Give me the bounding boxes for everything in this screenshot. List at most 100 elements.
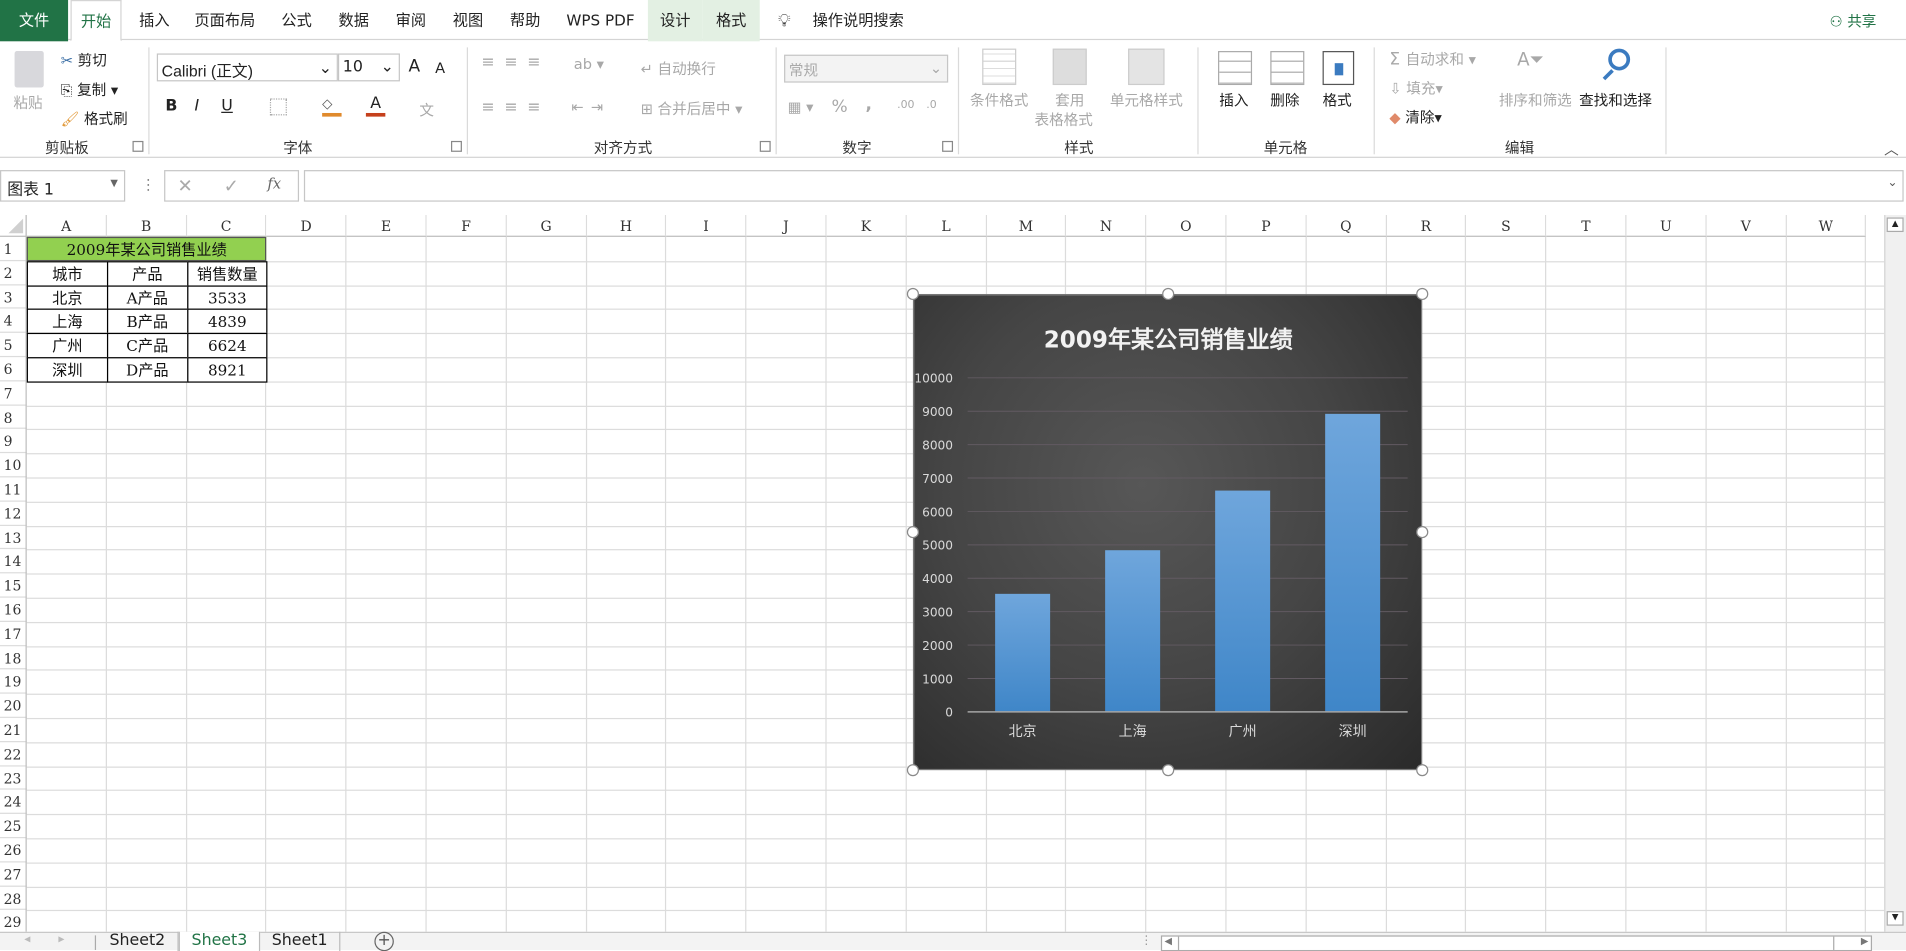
fill-button[interactable]: ⇩ 填充▾: [1389, 78, 1442, 99]
row-header-4[interactable]: 4: [0, 309, 27, 334]
table-header-cell[interactable]: 城市: [26, 260, 108, 287]
resize-handle[interactable]: [1416, 287, 1429, 301]
cell-style-button[interactable]: 单元格样式: [1110, 90, 1183, 111]
tab-review[interactable]: 审阅: [387, 0, 436, 41]
tab-home[interactable]: 开始: [70, 0, 122, 42]
column-header-r[interactable]: R: [1386, 215, 1467, 237]
conditional-format-button[interactable]: 条件格式: [970, 90, 1028, 111]
row-header-11[interactable]: 11: [0, 477, 27, 502]
row-header-29[interactable]: 29: [0, 910, 27, 931]
resize-handle[interactable]: [906, 287, 919, 301]
insert-function-button[interactable]: fx: [267, 175, 281, 192]
table-cell[interactable]: 广州: [26, 333, 108, 359]
find-select-button[interactable]: 查找和选择: [1579, 90, 1652, 111]
column-header-q[interactable]: Q: [1306, 215, 1387, 237]
tab-design[interactable]: 设计: [647, 0, 703, 42]
table-cell[interactable]: 6624: [186, 333, 268, 359]
column-header-l[interactable]: L: [906, 215, 987, 237]
table-cell[interactable]: C产品: [106, 333, 188, 359]
table-format-button[interactable]: 表格格式: [1034, 109, 1092, 130]
row-header-27[interactable]: 27: [0, 862, 27, 887]
column-header-p[interactable]: P: [1226, 215, 1307, 237]
resize-handle[interactable]: [906, 764, 919, 777]
scroll-left-button[interactable]: ◀: [1165, 935, 1172, 946]
font-color-icon[interactable]: A: [365, 95, 386, 117]
table-cell[interactable]: 3533: [186, 284, 268, 311]
select-all-corner[interactable]: [0, 215, 27, 237]
bold-button[interactable]: B: [165, 97, 177, 115]
font-size-select[interactable]: 10 ⌄: [337, 53, 400, 82]
scroll-right-button[interactable]: ▶: [1861, 935, 1868, 946]
row-header-15[interactable]: 15: [0, 574, 27, 598]
underline-button[interactable]: U: [221, 97, 233, 115]
cut-button[interactable]: ✂ 剪切: [61, 50, 107, 71]
cell-a1-title[interactable]: 2009年某公司销售业绩: [26, 236, 267, 261]
tab-file[interactable]: 文件: [0, 0, 69, 42]
row-header-13[interactable]: 13: [0, 526, 27, 550]
column-header-f[interactable]: F: [426, 215, 507, 237]
dialog-launcher-icon[interactable]: [450, 140, 462, 152]
decrease-decimal-button[interactable]: .0: [926, 100, 936, 112]
column-header-c[interactable]: C: [186, 215, 267, 237]
resize-handle[interactable]: [1416, 764, 1429, 777]
row-header-1[interactable]: 1: [0, 237, 27, 261]
autosum-button[interactable]: Σ 自动求和 ▾: [1389, 49, 1475, 69]
column-header-a[interactable]: A: [26, 215, 107, 237]
table-header-cell[interactable]: 销售数量: [186, 260, 268, 287]
sheet-tab-sheet1[interactable]: Sheet1: [260, 931, 341, 951]
fill-color-icon[interactable]: ◇: [322, 96, 342, 117]
row-header-28[interactable]: 28: [0, 886, 27, 911]
bar-广州[interactable]: [1215, 490, 1271, 712]
row-header-23[interactable]: 23: [0, 766, 27, 791]
grow-font-button[interactable]: A: [408, 57, 420, 76]
column-header-d[interactable]: D: [266, 215, 347, 237]
table-cell[interactable]: 深圳: [26, 357, 108, 383]
name-box[interactable]: 图表 1 ▼: [0, 170, 126, 202]
column-header-o[interactable]: O: [1146, 215, 1227, 237]
row-header-24[interactable]: 24: [0, 790, 27, 815]
column-header-i[interactable]: I: [666, 215, 747, 237]
comma-button[interactable]: ,: [866, 95, 872, 114]
dialog-launcher-icon[interactable]: [759, 140, 771, 152]
delete-cells-button[interactable]: 删除: [1270, 90, 1299, 111]
table-cell[interactable]: 4839: [186, 309, 268, 335]
bar-北京[interactable]: [995, 593, 1051, 712]
add-sheet-button[interactable]: +: [374, 931, 394, 951]
column-header-t[interactable]: T: [1546, 215, 1627, 237]
row-header-22[interactable]: 22: [0, 742, 27, 767]
row-header-7[interactable]: 7: [0, 381, 27, 406]
sheet-tab-sheet3[interactable]: Sheet3: [178, 931, 261, 951]
table-cell[interactable]: 8921: [186, 357, 268, 383]
table-cell[interactable]: B产品: [106, 309, 188, 335]
row-header-19[interactable]: 19: [0, 670, 27, 694]
row-header-10[interactable]: 10: [0, 453, 27, 478]
table-cell[interactable]: 北京: [26, 284, 108, 311]
resize-handle[interactable]: [1161, 764, 1174, 777]
expand-formula-icon[interactable]: ⌄: [1887, 176, 1897, 189]
column-header-s[interactable]: S: [1466, 215, 1547, 237]
next-sheet-icon[interactable]: ▸: [58, 933, 64, 946]
row-header-25[interactable]: 25: [0, 814, 27, 839]
format-painter-button[interactable]: 🖌︎ 格式刷: [61, 108, 128, 129]
merge-center-button[interactable]: ⊞ 合并后居中 ▾: [641, 98, 743, 119]
tab-formulas[interactable]: 公式: [272, 0, 321, 41]
percent-button[interactable]: %: [831, 97, 847, 116]
formula-input[interactable]: ⌄: [303, 170, 1904, 202]
row-header-26[interactable]: 26: [0, 838, 27, 863]
column-header-b[interactable]: B: [106, 215, 187, 237]
row-header-2[interactable]: 2: [0, 261, 27, 285]
sort-filter-button[interactable]: 排序和筛选: [1499, 90, 1572, 111]
orientation-icon[interactable]: ab ▾: [574, 56, 604, 73]
column-header-m[interactable]: M: [986, 215, 1067, 237]
row-header-5[interactable]: 5: [0, 333, 27, 358]
tab-page-layout[interactable]: 页面布局: [186, 0, 264, 41]
split-handle-icon[interactable]: ⋮: [1140, 934, 1152, 947]
table-header-cell[interactable]: 产品: [106, 260, 188, 287]
chart[interactable]: 2009年某公司销售业绩 0 1000 2000 3000 4000 5000 6000 70…: [912, 293, 1423, 771]
tab-view[interactable]: 视图: [444, 0, 493, 41]
clear-button[interactable]: ◆ 清除▾: [1389, 107, 1441, 128]
resize-handle[interactable]: [1161, 287, 1174, 301]
column-header-v[interactable]: V: [1706, 215, 1787, 237]
row-header-14[interactable]: 14: [0, 550, 27, 574]
row-header-8[interactable]: 8: [0, 405, 27, 430]
